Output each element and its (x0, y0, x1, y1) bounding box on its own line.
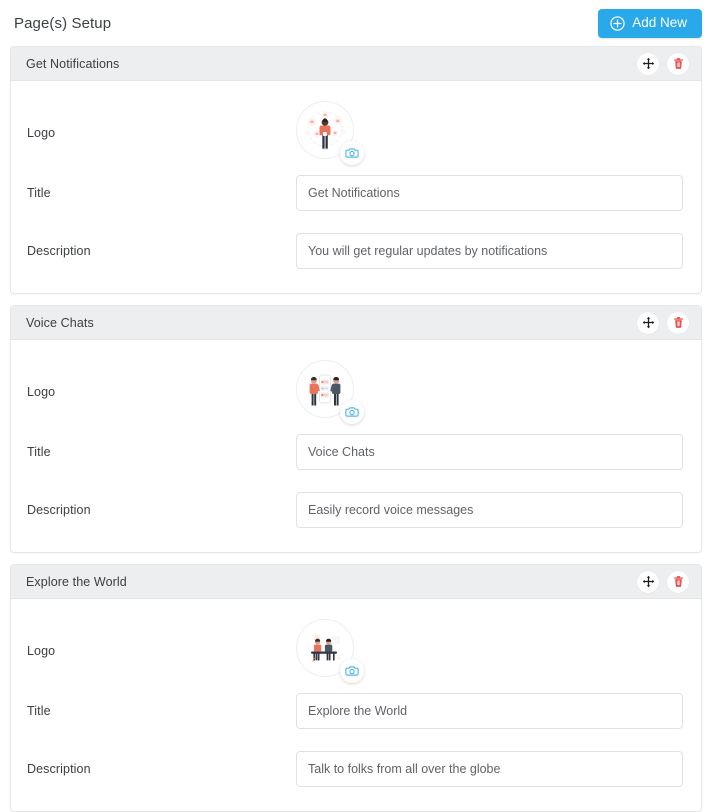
logo-label: Logo (27, 385, 56, 399)
title-input[interactable] (296, 175, 683, 211)
card-header: Get Notifications (11, 47, 701, 81)
title-field-row: Title (27, 430, 683, 474)
description-input[interactable] (296, 233, 683, 269)
pages-list: Get Notifications Logo Title Get Notific… (0, 46, 712, 812)
logo-upload[interactable] (296, 619, 364, 683)
description-label: Description (27, 244, 91, 258)
move-arrows-icon[interactable] (637, 570, 659, 593)
logo-upload[interactable] (296, 360, 364, 424)
move-arrows-icon[interactable] (637, 311, 659, 334)
camera-icon[interactable] (340, 659, 364, 683)
camera-icon[interactable] (340, 400, 364, 424)
logo-upload[interactable] (296, 101, 364, 165)
logo-control (296, 101, 683, 165)
description-field-row: Description (27, 747, 683, 791)
title-label: Title (27, 704, 51, 718)
page-title: Page(s) Setup (14, 14, 112, 32)
description-label: Description (27, 503, 91, 517)
description-field-row: Description (27, 488, 683, 532)
description-control (296, 492, 683, 528)
logo-field-row: Logo (27, 95, 683, 171)
move-arrows-icon[interactable] (637, 52, 659, 75)
page-header: Page(s) Setup Add New (0, 0, 712, 46)
title-control (296, 175, 683, 211)
logo-control (296, 360, 683, 424)
add-new-label: Add New (632, 15, 687, 31)
card-body: Logo (11, 81, 701, 293)
trash-icon[interactable] (667, 52, 689, 75)
title-input[interactable] (296, 693, 683, 729)
card-header-actions (637, 52, 689, 75)
title-field-row: Title (27, 689, 683, 733)
title-control (296, 693, 683, 729)
plus-circle-icon (610, 15, 625, 31)
description-label: Description (27, 762, 91, 776)
title-field-row: Title (27, 171, 683, 215)
page-card: Get Notifications Logo Title Get Notific… (10, 46, 702, 294)
logo-label: Logo (27, 644, 56, 658)
logo-field-row: Logo (27, 613, 683, 689)
camera-icon[interactable] (340, 141, 364, 165)
title-input[interactable] (296, 434, 683, 470)
card-body: Logo (11, 340, 701, 552)
trash-icon[interactable] (667, 570, 689, 593)
description-input[interactable] (296, 751, 683, 787)
description-control (296, 233, 683, 269)
card-header-title: Voice Chats (26, 315, 94, 330)
logo-field-row: Logo (27, 354, 683, 430)
card-header-title: Explore the World (26, 574, 127, 589)
page-card: Voice Chats Logo Title Voice Chats Descr… (10, 305, 702, 553)
description-control (296, 751, 683, 787)
trash-icon[interactable] (667, 311, 689, 334)
logo-control (296, 619, 683, 683)
page-card: Explore the World Logo Title Explore the… (10, 564, 702, 812)
description-field-row: Description (27, 229, 683, 273)
card-header-actions (637, 570, 689, 593)
card-header: Explore the World (11, 565, 701, 599)
card-header: Voice Chats (11, 306, 701, 340)
add-new-button[interactable]: Add New (598, 8, 702, 38)
logo-label: Logo (27, 126, 56, 140)
page-root: Page(s) Setup Add New Get Notifications (0, 0, 712, 812)
title-label: Title (27, 445, 51, 459)
description-input[interactable] (296, 492, 683, 528)
card-body: Logo (11, 599, 701, 811)
title-label: Title (27, 186, 51, 200)
card-header-title: Get Notifications (26, 56, 120, 71)
title-control (296, 434, 683, 470)
card-header-actions (637, 311, 689, 334)
